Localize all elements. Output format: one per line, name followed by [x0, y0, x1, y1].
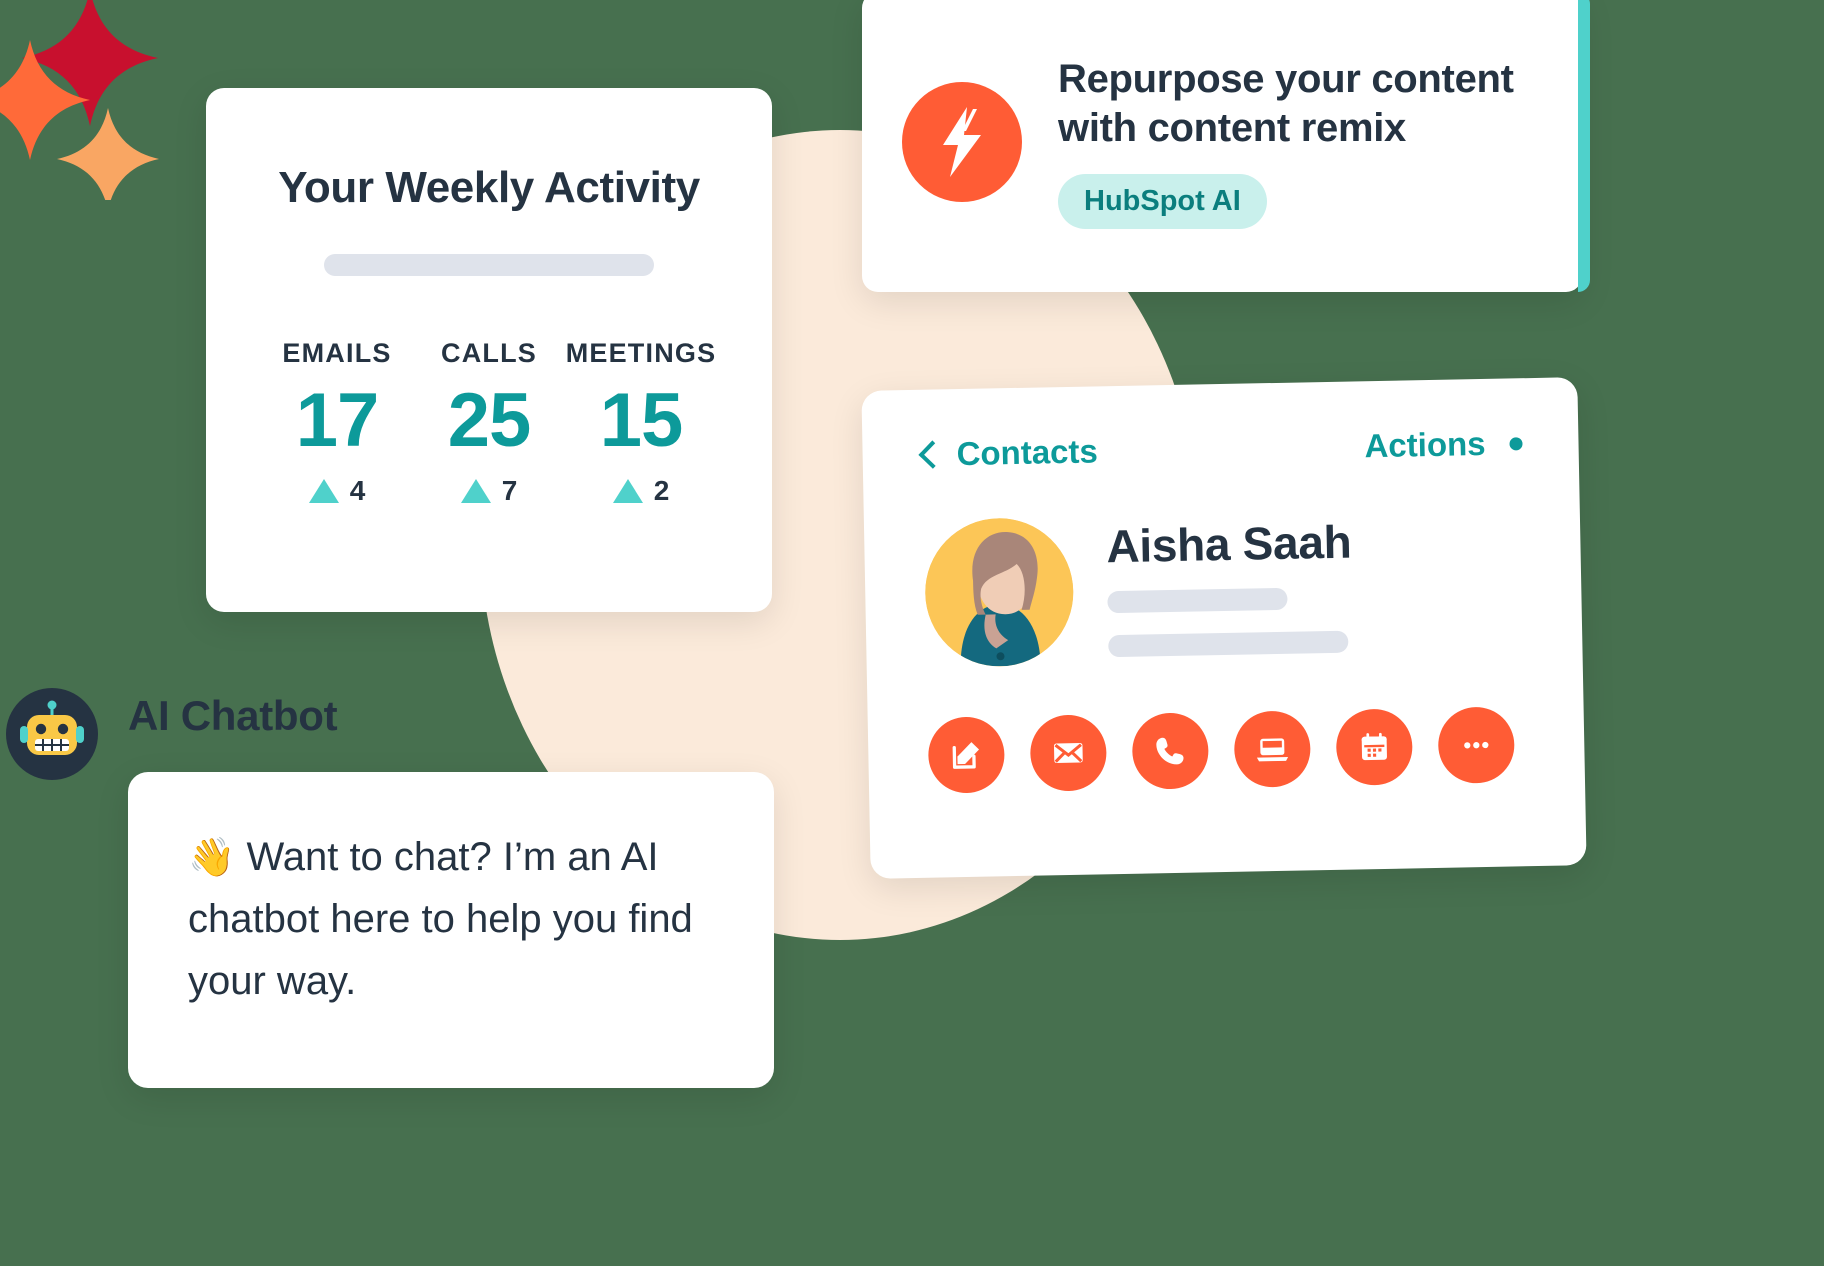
remix-text-block: Repurpose your content with content remi…	[1058, 55, 1514, 230]
content-remix-card[interactable]: Repurpose your content with content remi…	[862, 0, 1590, 292]
stat-label: MEETINGS	[565, 338, 717, 368]
stat-label: CALLS	[441, 338, 537, 368]
sparkle-cluster	[0, 0, 159, 200]
stat-delta: 4	[308, 475, 366, 507]
status-dot-icon	[1509, 436, 1523, 450]
avatar	[923, 516, 1075, 668]
contacts-header: Contacts Actions	[918, 424, 1523, 474]
accent-strip	[1578, 0, 1590, 292]
chatbot-label: AI Chatbot	[128, 692, 338, 739]
stat-calls: CALLS 25 7	[413, 338, 565, 507]
contact-detail-card: Contacts Actions Aisha Saah	[861, 377, 1587, 879]
stats-row: EMAILS 17 4 CALLS 25 7 MEETINGS 15 2	[206, 338, 772, 507]
hubspot-ai-badge: HubSpot AI	[1058, 174, 1267, 230]
back-to-contacts-button[interactable]: Contacts	[918, 432, 1099, 473]
contact-name: Aisha Saah	[1105, 515, 1352, 573]
contact-action-buttons	[927, 706, 1529, 794]
email-icon[interactable]	[1029, 714, 1108, 792]
remix-headline: Repurpose your content with content remi…	[1058, 55, 1514, 153]
back-label: Contacts	[956, 432, 1099, 473]
stat-delta: 2	[612, 475, 670, 507]
stat-label: EMAILS	[282, 338, 392, 368]
page-title: Your Weekly Activity	[278, 163, 700, 212]
remix-headline-line1: Repurpose your content	[1058, 56, 1514, 101]
canvas: Your Weekly Activity EMAILS 17 4 CALLS 2…	[0, 0, 1824, 1266]
wave-emoji-icon: 👋	[188, 837, 236, 879]
more-icon[interactable]	[1437, 706, 1516, 784]
stat-meetings: MEETINGS 15 2	[565, 338, 717, 507]
chevron-left-icon	[918, 440, 947, 469]
chatbot-message-text: Want to chat? I’m an AI chatbot here to …	[188, 835, 693, 1003]
weekly-activity-card: Your Weekly Activity EMAILS 17 4 CALLS 2…	[206, 88, 772, 612]
contact-skeleton-line-1	[1107, 587, 1288, 614]
note-icon[interactable]	[927, 716, 1006, 794]
meeting-icon[interactable]	[1233, 710, 1312, 788]
stat-delta-value: 4	[349, 475, 366, 506]
chatbot-message-bubble: 👋 Want to chat? I’m an AI chatbot here t…	[128, 772, 774, 1088]
trend-up-icon	[308, 479, 339, 503]
chatbot-message: 👋 Want to chat? I’m an AI chatbot here t…	[188, 826, 718, 1012]
stat-value: 25	[447, 378, 532, 463]
stat-delta-value: 7	[501, 475, 518, 506]
actions-label: Actions	[1364, 424, 1486, 465]
trend-up-icon	[612, 479, 643, 503]
contact-summary-row: Aisha Saah	[923, 508, 1527, 668]
trend-up-icon	[460, 479, 491, 503]
contact-skeleton-line-2	[1108, 630, 1349, 658]
contact-meta: Aisha Saah	[1105, 515, 1526, 658]
stat-delta: 7	[460, 475, 518, 507]
stat-value: 17	[295, 378, 380, 463]
actions-menu-button[interactable]: Actions	[1364, 424, 1523, 465]
robot-icon	[6, 688, 98, 780]
remix-headline-line2: with content remix	[1058, 105, 1406, 150]
stat-delta-value: 2	[653, 475, 670, 506]
schedule-icon[interactable]	[1335, 708, 1414, 786]
call-icon[interactable]	[1131, 712, 1210, 790]
lightning-bolt-icon	[902, 82, 1022, 202]
sparkle-peach-icon	[57, 108, 159, 200]
skeleton-bar	[324, 254, 654, 276]
stat-value: 15	[599, 378, 684, 463]
stat-emails: EMAILS 17 4	[261, 338, 413, 507]
